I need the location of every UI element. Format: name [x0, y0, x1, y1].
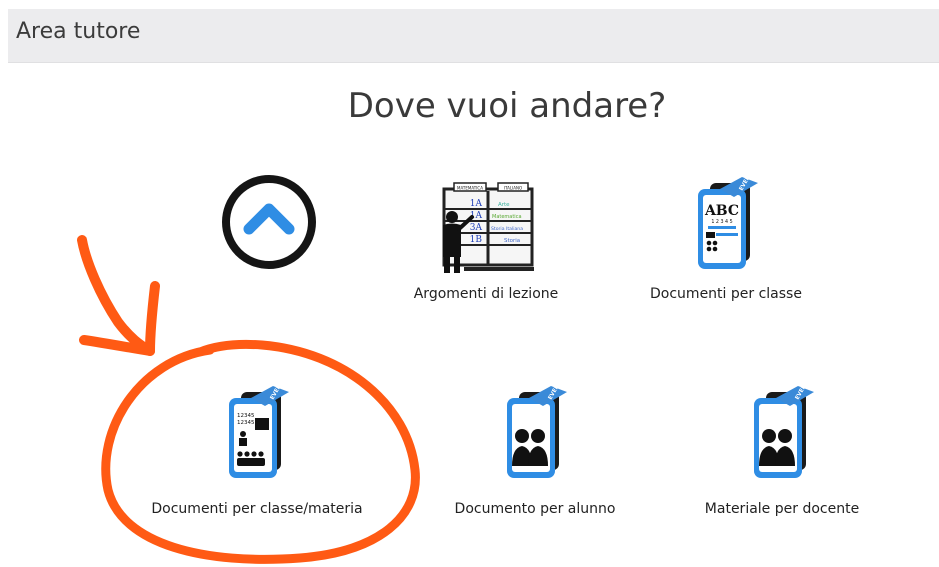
- teacher-material-icon: EVENT: [754, 384, 814, 478]
- board-row-2-subject: Matematica: [492, 214, 522, 220]
- student-document-icon: EVENT: [507, 384, 567, 478]
- teacher-board-icon: MATEMATICA ITALIANO 1A 1A 3A 1B Arte Mat…: [442, 182, 534, 273]
- board-row-3-class: 3A: [470, 223, 483, 233]
- tile-label: Argomenti di lezione: [413, 286, 559, 302]
- header-bar: Area tutore: [8, 9, 939, 63]
- page-title: Area tutore: [16, 19, 141, 44]
- board-row-3-subject: Storia Italiana: [491, 226, 523, 232]
- board-header-1: MATEMATICA: [457, 185, 483, 190]
- tile-documento-per-alunno[interactable]: EVENT Documento per alunno: [420, 384, 650, 524]
- abc-class-document-icon: EVENT ABC 1 2 3 4 5: [698, 175, 758, 269]
- tile-label: Documento per alunno: [454, 501, 616, 517]
- digits-line-1: 12345: [237, 413, 255, 419]
- board-row-1-class: 1A: [470, 199, 483, 209]
- digits-row: 1 2 3 4 5: [711, 219, 732, 225]
- tile-documenti-per-classe[interactable]: EVENT ABC 1 2 3 4 5 Documenti per classe: [611, 175, 841, 315]
- tile-documenti-per-classe-materia[interactable]: EVENT 12345 12345 Documenti per classe/m…: [142, 384, 372, 524]
- abc-letters: ABC: [704, 203, 739, 219]
- tile-label: Materiale per docente: [704, 501, 860, 517]
- tile-materiale-per-docente[interactable]: EVENT Materiale per docente: [667, 384, 897, 524]
- section-heading: Dove vuoi andare?: [347, 86, 667, 126]
- board-header-2: ITALIANO: [504, 185, 522, 190]
- tile-argomenti-di-lezione[interactable]: MATEMATICA ITALIANO 1A 1A 3A 1B Arte Mat…: [371, 175, 601, 315]
- digits-line-2: 12345: [237, 420, 255, 426]
- chevron-up-circle-icon: [222, 175, 316, 269]
- back-button[interactable]: [219, 172, 319, 272]
- tile-label: Documenti per classe: [650, 286, 802, 302]
- class-subject-document-icon: EVENT 12345 12345: [229, 384, 289, 478]
- board-row-4-subject: Storia: [504, 238, 520, 244]
- board-row-4-class: 1B: [470, 235, 483, 245]
- board-row-1-subject: Arte: [498, 202, 510, 208]
- tile-label: Documenti per classe/materia: [151, 501, 363, 517]
